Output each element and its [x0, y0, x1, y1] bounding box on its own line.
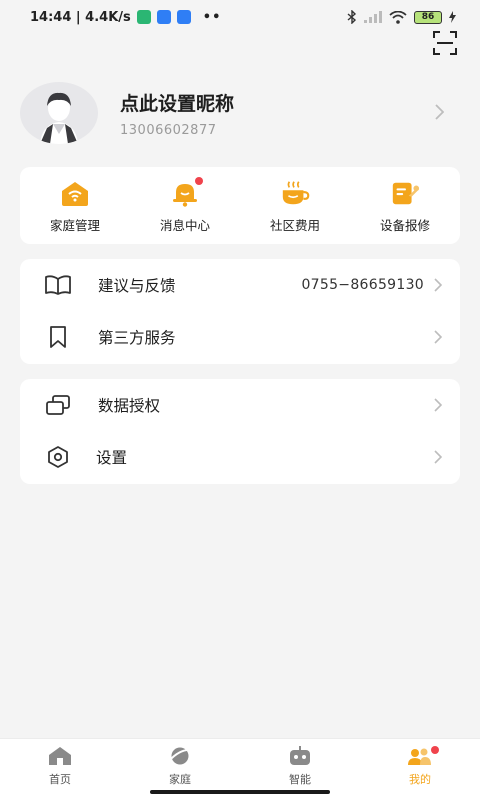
menu-item-label: 建议与反馈 — [98, 277, 176, 295]
quick-item-label: 消息中心 — [159, 218, 210, 233]
signal-icon — [364, 11, 382, 23]
quick-item-label: 设备报修 — [379, 218, 430, 233]
layers-icon — [46, 395, 70, 415]
app-blue-icon-2 — [176, 10, 191, 24]
wifi-icon — [389, 10, 407, 24]
repair-form-icon — [392, 182, 420, 205]
nav-home[interactable]: 首页 — [0, 739, 120, 800]
avatar[interactable] — [20, 82, 98, 144]
notification-badge — [431, 746, 439, 754]
status-time-speed: 14:44 | 4.4K/s — [30, 9, 131, 25]
default-avatar-icon — [40, 92, 78, 144]
bookmark-icon — [50, 326, 66, 348]
hexagon-settings-icon — [48, 446, 68, 468]
chevron-right-icon — [434, 398, 442, 412]
quick-item-message-center[interactable]: 消息中心 — [130, 167, 240, 244]
nav-mine[interactable]: 我的 — [360, 739, 480, 800]
quick-actions-card: 家庭管理 消息中心 社区费用 设备报修 — [20, 167, 460, 244]
wifi-home-icon — [62, 182, 88, 206]
more-notifications-icon: •• — [202, 9, 222, 25]
user-group-icon — [408, 748, 431, 765]
quick-item-device-repair[interactable]: 设备报修 — [350, 167, 460, 244]
home-indicator[interactable] — [150, 790, 330, 794]
menu-item-settings[interactable]: 设置 — [20, 431, 460, 483]
menu-item-third-party-services[interactable]: 第三方服务 — [20, 311, 460, 363]
quick-item-label: 家庭管理 — [49, 218, 100, 233]
bluetooth-icon — [347, 10, 357, 24]
book-open-icon — [45, 275, 71, 295]
nav-label: 首页 — [49, 773, 71, 786]
battery-icon: 86 — [414, 10, 442, 24]
chevron-right-icon[interactable] — [435, 104, 444, 120]
status-bar: 14:44 | 4.4K/s •• 86 — [0, 0, 480, 34]
nav-label: 我的 — [409, 773, 431, 786]
menu-item-label: 数据授权 — [98, 397, 161, 415]
menu-item-label: 第三方服务 — [98, 329, 176, 347]
profile-page: 14:44 | 4.4K/s •• 86 点此设置昵称 13006602877 … — [0, 0, 480, 800]
phone-number: 13006602877 — [120, 122, 217, 138]
menu-group-1: 建议与反馈 0755−86659130 第三方服务 — [20, 259, 460, 364]
quick-item-label: 社区费用 — [269, 218, 320, 233]
nav-label: 家庭 — [169, 773, 191, 786]
notification-badge — [195, 177, 203, 185]
nav-label: 智能 — [289, 773, 311, 786]
chevron-right-icon — [434, 330, 442, 344]
app-blue-icon — [156, 10, 171, 24]
charging-icon — [449, 11, 456, 23]
menu-item-label: 设置 — [96, 449, 128, 467]
feedback-phone: 0755−86659130 — [301, 277, 424, 293]
profile-header[interactable]: 点此设置昵称 13006602877 — [20, 80, 460, 146]
menu-item-feedback[interactable]: 建议与反馈 0755−86659130 — [20, 259, 460, 311]
quick-item-family-management[interactable]: 家庭管理 — [20, 167, 130, 244]
home-icon — [49, 747, 71, 765]
quick-item-community-fees[interactable]: 社区费用 — [240, 167, 350, 244]
menu-item-data-authorization[interactable]: 数据授权 — [20, 379, 460, 431]
chevron-right-icon — [434, 450, 442, 464]
chevron-right-icon — [434, 278, 442, 292]
menu-group-2: 数据授权 设置 — [20, 379, 460, 484]
robot-icon — [290, 746, 310, 765]
app-shield-icon — [136, 10, 151, 24]
nickname[interactable]: 点此设置昵称 — [120, 89, 234, 116]
coffee-cup-icon — [282, 181, 310, 205]
scan-icon[interactable] — [432, 30, 458, 56]
planet-icon — [168, 747, 192, 765]
